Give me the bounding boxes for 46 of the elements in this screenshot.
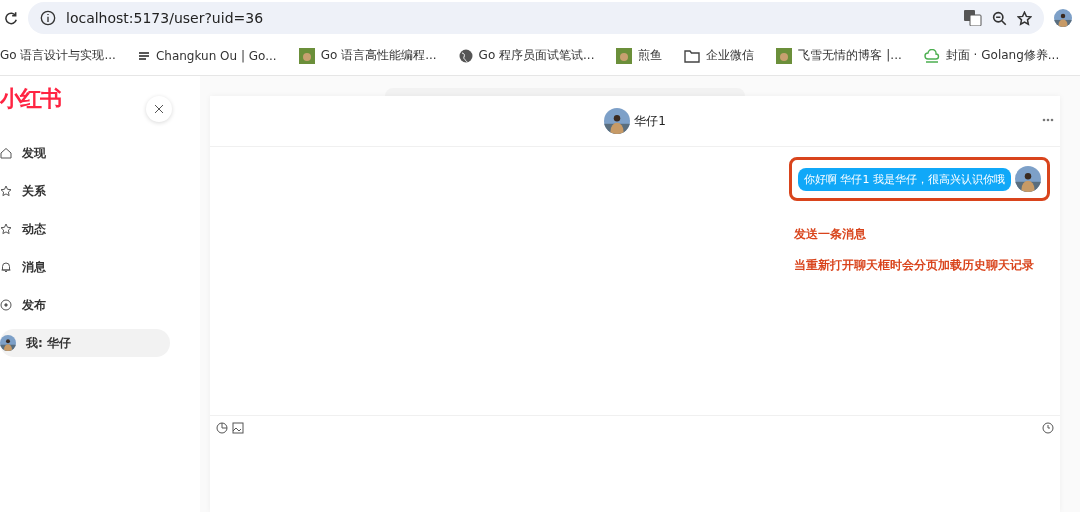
translate-icon[interactable] xyxy=(964,10,982,26)
sidebar-item[interactable]: 发现 xyxy=(0,139,170,167)
avatar-icon xyxy=(604,108,631,134)
cloud-icon xyxy=(923,48,940,63)
avatar-icon xyxy=(1015,166,1041,192)
bell-icon[interactable] xyxy=(0,261,12,273)
sidebar-item[interactable]: 动态 xyxy=(0,215,170,243)
sidebar-item[interactable]: 关系 xyxy=(0,177,170,205)
clock-icon[interactable] xyxy=(1042,422,1054,434)
avatar-icon xyxy=(0,335,16,351)
bookmark[interactable]: 煎鱼 xyxy=(616,47,663,64)
bookmark[interactable]: 封面 · Golang修养... xyxy=(923,47,1060,64)
close-icon[interactable] xyxy=(154,104,164,114)
chat-title: 华仔1 xyxy=(634,112,666,130)
more-icon[interactable] xyxy=(1042,118,1054,122)
annotation-text: 发送一条消息 xyxy=(794,227,867,242)
plus-circle-icon[interactable] xyxy=(0,299,12,311)
close-button[interactable] xyxy=(146,96,172,122)
home-icon[interactable] xyxy=(0,147,12,159)
thumbnail-icon xyxy=(298,47,315,64)
message-bubble: 你好啊 华仔1 我是华仔，很高兴认识你哦 xyxy=(798,167,1011,191)
sidebar-item[interactable]: 消息 xyxy=(0,253,170,281)
globe-icon xyxy=(458,48,473,63)
sidebar-item[interactable]: 我: 华仔 xyxy=(0,329,170,357)
profile-icon xyxy=(1054,9,1072,27)
clock-icon[interactable] xyxy=(216,422,228,434)
logo: 小红书 xyxy=(0,85,60,113)
bookmark[interactable]: Changkun Ou | Go... xyxy=(137,48,277,63)
info-icon[interactable] xyxy=(40,10,56,26)
folder-icon xyxy=(684,48,701,63)
image-icon[interactable] xyxy=(232,422,244,434)
bookmark[interactable]: Go 语言设计与实现... xyxy=(0,47,116,64)
sidebar-item[interactable]: 发布 xyxy=(0,291,170,319)
star-icon[interactable] xyxy=(0,223,12,235)
thumbnail-icon xyxy=(776,47,793,64)
lines-icon[interactable] xyxy=(137,49,150,62)
reload-icon[interactable] xyxy=(4,11,18,25)
bookmark[interactable]: Go 语言高性能编程... xyxy=(298,47,437,64)
bookmark[interactable]: 飞雪无情的博客 |... xyxy=(776,47,902,64)
star-icon[interactable] xyxy=(1017,10,1032,26)
bookmark[interactable]: 企业微信 xyxy=(684,47,755,64)
annotation-text: 当重新打开聊天框时会分页加载历史聊天记录 xyxy=(794,258,1035,273)
bookmark[interactable]: Go 程序员面试笔试... xyxy=(458,47,595,64)
thumbnail-icon xyxy=(616,47,633,64)
star-icon[interactable] xyxy=(0,185,12,197)
zoom-out-icon[interactable] xyxy=(992,10,1007,26)
